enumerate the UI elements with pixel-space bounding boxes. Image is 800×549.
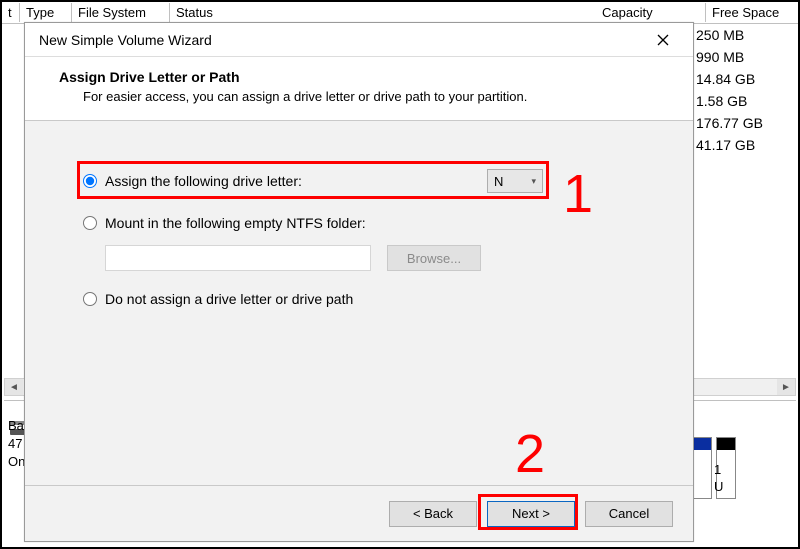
free-space-values: 250 MB 990 MB 14.84 GB 1.58 GB 176.77 GB… [696,24,786,156]
chevron-down-icon: ▾ [531,176,536,187]
page-subheading: For easier access, you can assign a driv… [59,89,673,104]
cancel-button[interactable]: Cancel [585,501,673,527]
partition-size: 1 [714,461,734,478]
scroll-left-icon[interactable]: ◄ [5,379,23,395]
browse-button[interactable]: Browse... [387,245,481,271]
wizard-dialog: New Simple Volume Wizard Assign Drive Le… [24,22,694,542]
free-val: 990 MB [696,46,786,68]
radio-mount-folder[interactable] [83,216,97,230]
dialog-title: New Simple Volume Wizard [39,32,212,48]
option-label: Mount in the following empty NTFS folder… [105,215,366,231]
radio-no-assign[interactable] [83,292,97,306]
mount-path-input[interactable] [105,245,371,271]
next-button[interactable]: Next > [487,501,575,527]
page-heading: Assign Drive Letter or Path [59,69,673,85]
option-label: Assign the following drive letter: [105,173,302,189]
scroll-right-icon[interactable]: ► [777,379,795,395]
close-button[interactable] [643,26,683,54]
col-freespace[interactable]: Free Space [706,3,798,22]
drive-letter-select[interactable]: N ▾ [487,169,543,193]
wizard-body: 1 Assign the following drive letter: N ▾… [25,121,693,485]
close-icon [657,34,669,46]
col-filesystem[interactable]: File System [72,3,170,22]
col-type[interactable]: Type [20,3,72,22]
option-no-assign[interactable]: Do not assign a drive letter or drive pa… [83,291,663,307]
annotation-number-2: 2 [515,423,545,485]
col-trunc[interactable]: t [2,3,20,22]
free-val: 41.17 GB [696,134,786,156]
back-button[interactable]: < Back [389,501,477,527]
annotation-number-1: 1 [563,163,593,225]
col-capacity[interactable]: Capacity [596,3,706,22]
free-val: 176.77 GB [696,112,786,134]
drive-letter-value: N [494,174,503,189]
col-status[interactable]: Status [170,3,240,22]
wizard-header: Assign Drive Letter or Path For easier a… [25,57,693,121]
option-label: Do not assign a drive letter or drive pa… [105,291,353,307]
bg-column-header: t Type File System Status Capacity Free … [2,2,798,24]
partition-status: U [714,478,734,495]
wizard-footer: 2 < Back Next > Cancel [25,485,693,541]
free-val: 14.84 GB [696,68,786,90]
radio-assign-letter[interactable] [83,174,97,188]
option-assign-letter[interactable]: Assign the following drive letter: N ▾ [83,169,543,193]
free-val: 250 MB [696,24,786,46]
titlebar: New Simple Volume Wizard [25,23,693,57]
free-val: 1.58 GB [696,90,786,112]
